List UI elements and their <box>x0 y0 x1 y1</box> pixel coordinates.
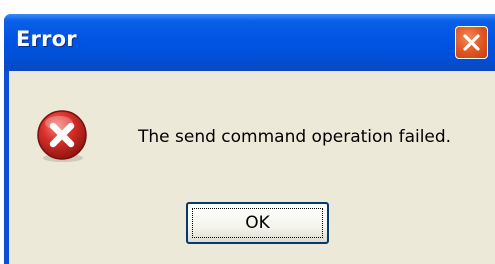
close-button[interactable] <box>455 26 488 59</box>
error-icon <box>37 110 87 162</box>
window-title: Error <box>16 27 77 51</box>
title-bar[interactable]: Error <box>4 14 495 71</box>
error-message: The send command operation failed. <box>138 127 452 147</box>
close-icon <box>463 34 480 51</box>
error-dialog-window: Error The send command operation failed. <box>4 14 495 264</box>
ok-button[interactable]: OK <box>186 202 329 244</box>
dialog-body: The send command operation failed. OK <box>9 71 495 264</box>
ok-button-label: OK <box>192 208 323 238</box>
